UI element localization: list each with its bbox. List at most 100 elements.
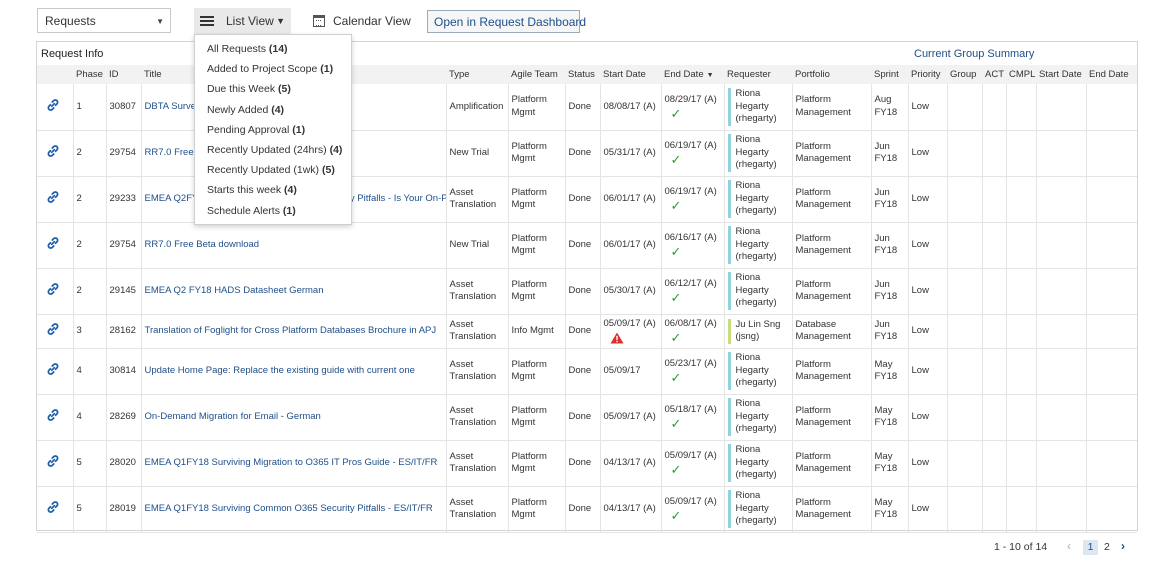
column-header[interactable]: Start Date [1036,65,1086,84]
table-row[interactable]: 5 28020 EMEA Q1FY18 Surviving Migration to… [37,440,1137,487]
summary-start-cell [1035,394,1086,441]
act-cell [981,222,1006,269]
link-cell[interactable] [37,348,73,395]
page-1-button[interactable]: 1 [1083,540,1098,555]
title-link[interactable]: Translation of Foglight for Cross Platfo… [140,314,446,349]
link-cell[interactable] [37,268,73,315]
table-row[interactable]: 2 29145 EMEA Q2 FY18 HADS Datasheet German… [37,268,1137,315]
link-icon[interactable] [46,322,60,336]
column-header[interactable]: Requester [724,65,792,84]
type-cell: Asset Translation [445,176,508,223]
calendar-view-label: Calendar View [333,14,411,28]
dropdown-item[interactable]: Newly Added (4) [195,101,351,121]
phase-cell: 2 [72,268,106,315]
column-header[interactable]: Agile Team [508,65,565,84]
column-header[interactable]: ACT [982,65,1006,84]
id-cell: 28019 [105,486,141,533]
requester-name: Riona Hegarty (rhegarty) [727,180,789,218]
title-link[interactable]: Update Home Page: Replace the existing g… [140,348,446,395]
calendar-view-button[interactable]: Calendar View [313,14,411,28]
link-icon[interactable] [46,282,60,296]
requester-name: Riona Hegarty (rhegarty) [727,352,789,390]
link-icon[interactable] [46,236,60,250]
column-header[interactable]: ID [106,65,141,84]
priority-cell: Low [907,314,947,349]
link-cell[interactable] [37,130,73,177]
dropdown-item[interactable]: Added to Project Scope (1) [195,60,351,80]
portfolio-cell: Platform Management [791,486,871,533]
link-cell[interactable] [37,176,73,223]
agile-team-cell: Platform Mgmt [507,84,565,131]
link-cell[interactable] [37,440,73,487]
column-header[interactable]: End Date [1086,65,1137,84]
link-icon[interactable] [46,408,60,422]
prev-page-icon[interactable]: ‹ [1067,539,1071,553]
title-link[interactable]: On-Demand Migration for Email - German [140,394,446,441]
page-2-button[interactable]: 2 [1104,541,1110,553]
open-dashboard-button[interactable]: Open in Request Dashboard [427,10,586,33]
dropdown-item-label: Recently Updated (1wk) [207,164,320,177]
end-date-cell: 06/16/17 (A) ✓ [660,222,724,269]
requester-cell: Riona Hegarty (rhegarty) [723,268,792,315]
phase-cell: 3 [72,314,106,349]
dropdown-item[interactable]: Pending Approval (1) [195,121,351,141]
dropdown-item[interactable]: Recently Updated (1wk) (5) [195,161,351,181]
portfolio-cell: Platform Management [791,348,871,395]
column-header[interactable]: Portfolio [792,65,871,84]
start-date-cell: 04/13/17 (A) [599,486,661,533]
table-row[interactable]: 229754RR7.0 Free Beta downloadNew TrialP… [37,222,1137,269]
title-link[interactable]: EMEA Q1FY18 Surviving Migration to O365 … [140,440,446,487]
dropdown-item[interactable]: All Requests (14) [195,40,351,60]
check-icon: ✓ [670,243,682,259]
table-row[interactable]: 4 28269 On-Demand Migration for Email - Ge… [37,394,1137,441]
column-header[interactable]: CMPL [1006,65,1036,84]
next-page-icon[interactable]: › [1121,539,1125,553]
start-date-value: 05/30/17 (A) [603,284,656,296]
dropdown-item[interactable]: Recently Updated (24hrs) (4) [195,141,351,161]
check-icon: ✓ [670,507,682,523]
column-header[interactable]: Status [565,65,600,84]
dropdown-item[interactable]: Starts this week (4) [195,181,351,201]
dropdown-item[interactable]: Due this Week (5) [195,80,351,100]
current-group-summary-link[interactable]: Current Group Summary [914,48,1034,60]
pagination-summary: 1 - 10 of 14 [994,541,1048,553]
link-cell[interactable] [37,222,73,269]
list-view-button[interactable]: List View ▼ [194,8,291,34]
title-link[interactable]: EMEA Q1FY18 Surviving Common O365 Securi… [140,486,446,533]
priority-cell: Low [907,268,947,315]
title-link[interactable]: EMEA Q2 FY18 HADS Datasheet German [140,268,446,315]
column-header[interactable] [37,65,73,84]
cmpl-cell [1005,314,1036,349]
start-date-value: 06/01/17 (A) [603,238,656,250]
dropdown-item[interactable]: Schedule Alerts (1) [195,202,351,222]
view-select[interactable]: Requests ▼ [37,8,171,33]
group-cell [946,268,982,315]
column-header[interactable]: End Date ▼ [661,65,724,84]
column-header[interactable]: Type [446,65,508,84]
link-icon[interactable] [46,98,60,112]
link-icon[interactable] [46,144,60,158]
link-icon[interactable] [46,454,60,468]
link-icon[interactable] [46,190,60,204]
link-cell[interactable] [37,394,73,441]
start-date-value: 05/09/17 (A) [603,410,656,422]
table-row[interactable]: 5 28019 EMEA Q1FY18 Surviving Common O365 … [37,486,1137,533]
link-cell[interactable] [37,314,73,349]
column-header[interactable]: Phase [73,65,106,84]
link-icon[interactable] [46,362,60,376]
summary-end-cell [1085,348,1137,395]
summary-start-cell [1035,440,1086,487]
table-row[interactable]: 3 28162 Translation of Foglight for Cross … [37,314,1137,349]
column-header[interactable]: Sprint [871,65,908,84]
end-date-value: 06/08/17 (A) [664,318,717,330]
link-cell[interactable] [37,84,73,131]
check-icon: ✓ [670,105,682,121]
column-header[interactable]: Start Date [600,65,661,84]
link-icon[interactable] [46,500,60,514]
column-header[interactable]: Priority [908,65,947,84]
title-link[interactable]: RR7.0 Free Beta download [140,222,446,269]
end-date-cell: 08/29/17 (A) ✓ [660,84,724,131]
link-cell[interactable] [37,486,73,533]
table-row[interactable]: 4 30814 Update Home Page: Replace the exis… [37,348,1137,395]
column-header[interactable]: Group [947,65,982,84]
